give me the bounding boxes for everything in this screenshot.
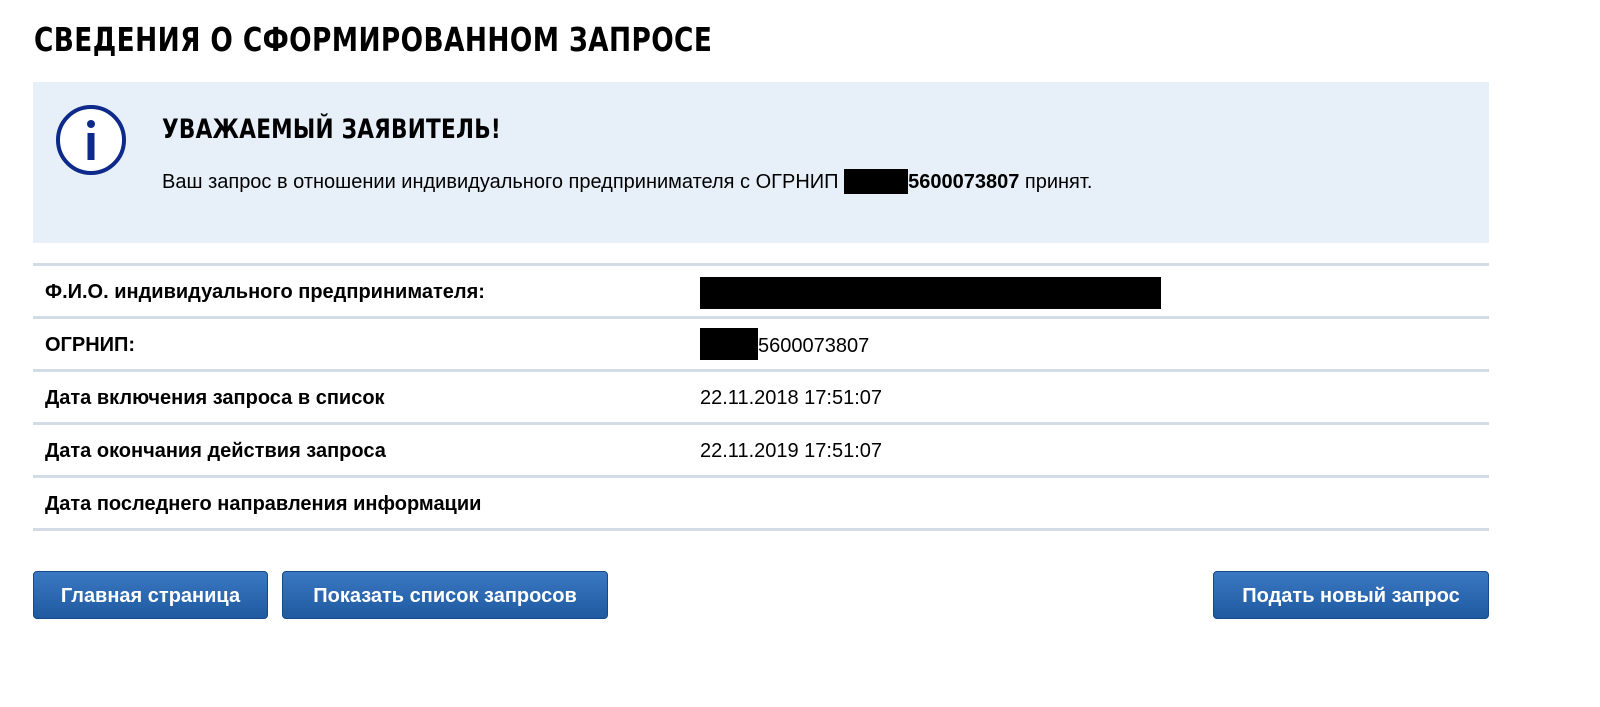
notice-text-after: принят. <box>1019 171 1093 193</box>
row-label: Дата включения запроса в список <box>45 387 385 409</box>
notice-text-before: Ваш запрос в отношении индивидуального п… <box>162 171 845 193</box>
row-label: ОГРНИП: <box>45 334 136 356</box>
table-row-inclusion-date: Дата включения запроса в список 22.11.20… <box>33 372 1489 425</box>
row-value-ogrnip: 5600073807 <box>700 328 869 362</box>
notice-ogrnip: 5600073807 <box>908 171 1020 193</box>
notice-heading: УВАЖАЕМЫЙ ЗАЯВИТЕЛЬ! <box>162 114 501 145</box>
row-label: Дата окончания действия запроса <box>45 440 386 462</box>
submit-new-request-button[interactable]: Подать новый запрос <box>1213 571 1489 619</box>
page-title: СВЕДЕНИЯ О СФОРМИРОВАННОМ ЗАПРОСЕ <box>34 20 713 59</box>
row-label: Дата последнего направления информации <box>45 493 482 515</box>
row-value: 22.11.2019 17:51:07 <box>700 440 883 462</box>
row-value: 22.11.2018 17:51:07 <box>700 387 883 409</box>
row-label: Ф.И.О. индивидуального предпринимателя: <box>45 281 485 303</box>
request-details-table: Ф.И.О. индивидуального предпринимателя: … <box>33 263 1489 531</box>
table-row-expiry-date: Дата окончания действия запроса 22.11.20… <box>33 425 1489 478</box>
table-row-fio: Ф.И.О. индивидуального предпринимателя: <box>33 266 1489 319</box>
show-requests-list-button[interactable]: Показать список запросов <box>282 571 608 619</box>
ogrnip-value: 5600073807 <box>758 335 870 357</box>
home-page-button[interactable]: Главная страница <box>33 571 268 619</box>
table-row-ogrnip: ОГРНИП: 5600073807 <box>33 319 1489 372</box>
redaction-mark <box>700 328 758 360</box>
redaction-mark <box>844 169 909 194</box>
info-icon <box>54 103 128 177</box>
table-row-last-sent-date: Дата последнего направления информации <box>33 478 1489 531</box>
notice-message: Ваш запрос в отношении индивидуального п… <box>162 169 1092 195</box>
notice-panel: УВАЖАЕМЫЙ ЗАЯВИТЕЛЬ! Ваш запрос в отноше… <box>33 82 1489 243</box>
redaction-mark <box>700 277 1161 309</box>
